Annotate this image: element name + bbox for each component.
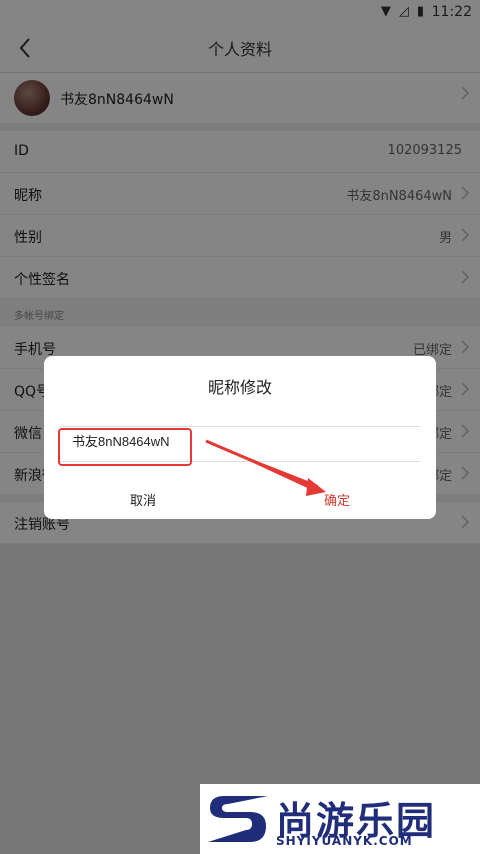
watermark: 尚游乐园 SHYIYUANYK.COM (200, 784, 480, 854)
watermark-subtitle: SHYIYUANYK.COM (276, 834, 413, 848)
site-logo-icon (208, 796, 268, 842)
annotation-arrow-icon (205, 439, 326, 496)
